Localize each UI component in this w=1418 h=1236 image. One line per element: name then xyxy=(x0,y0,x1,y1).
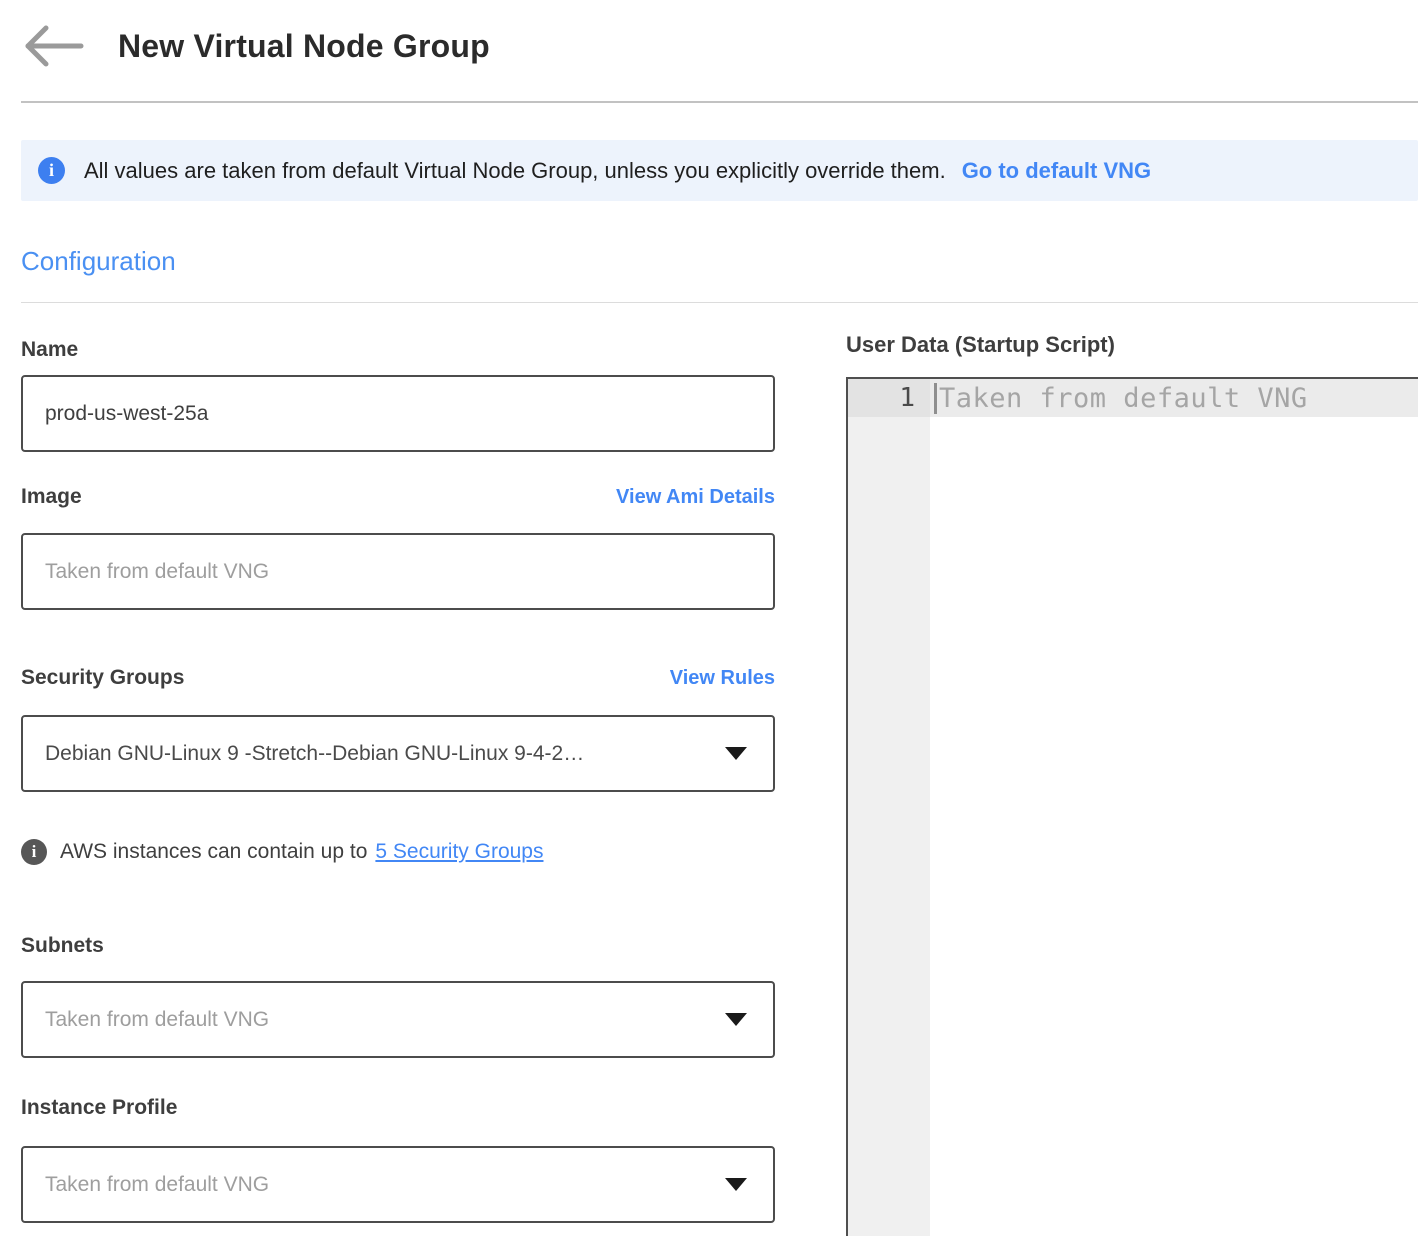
banner-text: All values are taken from default Virtua… xyxy=(84,158,946,184)
name-label: Name xyxy=(21,338,78,362)
security-groups-note: i AWS instances can contain up to 5 Secu… xyxy=(21,839,543,865)
name-input[interactable] xyxy=(21,375,775,452)
subnets-select[interactable]: Taken from default VNG xyxy=(21,981,775,1058)
view-rules-link[interactable]: View Rules xyxy=(670,667,775,690)
instance-profile-select[interactable]: Taken from default VNG xyxy=(21,1146,775,1223)
security-groups-label-row: Security Groups View Rules xyxy=(21,666,775,690)
editor-gutter xyxy=(848,417,930,1236)
security-groups-select[interactable]: Debian GNU-Linux 9 -Stretch--Debian GNU-… xyxy=(21,715,775,792)
page-title: New Virtual Node Group xyxy=(118,28,490,65)
text-cursor xyxy=(934,383,937,414)
info-icon: i xyxy=(38,157,65,184)
image-input[interactable] xyxy=(21,533,775,610)
info-icon: i xyxy=(21,839,47,865)
section-divider xyxy=(21,302,1418,303)
image-label: Image xyxy=(21,485,82,509)
info-banner: i All values are taken from default Virt… xyxy=(21,140,1418,201)
security-groups-label: Security Groups xyxy=(21,666,184,690)
editor-body[interactable] xyxy=(848,417,1418,1236)
editor-content-area[interactable] xyxy=(930,417,1418,1236)
instance-profile-placeholder: Taken from default VNG xyxy=(45,1173,269,1197)
security-groups-selected-value: Debian GNU-Linux 9 -Stretch--Debian GNU-… xyxy=(45,742,584,766)
subnets-label: Subnets xyxy=(21,934,104,958)
view-ami-details-link[interactable]: View Ami Details xyxy=(616,486,775,509)
chevron-down-icon xyxy=(725,747,747,760)
subnets-placeholder: Taken from default VNG xyxy=(45,1008,269,1032)
note-text: AWS instances can contain up to xyxy=(60,840,367,864)
editor-active-line[interactable]: 1 Taken from default VNG xyxy=(848,379,1418,417)
instance-profile-label: Instance Profile xyxy=(21,1096,177,1120)
back-arrow-button[interactable] xyxy=(21,24,85,68)
five-security-groups-link[interactable]: 5 Security Groups xyxy=(375,840,543,864)
chevron-down-icon xyxy=(725,1013,747,1026)
user-data-editor[interactable]: 1 Taken from default VNG xyxy=(846,377,1418,1236)
go-to-default-vng-link[interactable]: Go to default VNG xyxy=(962,158,1151,184)
chevron-down-icon xyxy=(725,1178,747,1191)
image-label-row: Image View Ami Details xyxy=(21,485,775,509)
user-data-label: User Data (Startup Script) xyxy=(846,332,1115,358)
configuration-section-title: Configuration xyxy=(21,246,176,277)
page-header: New Virtual Node Group xyxy=(21,24,490,68)
new-virtual-node-group-page: New Virtual Node Group i All values are … xyxy=(0,0,1418,1236)
user-data-placeholder: Taken from default VNG xyxy=(939,383,1308,414)
editor-line-content: Taken from default VNG xyxy=(930,379,1418,417)
header-divider xyxy=(21,101,1418,103)
line-number: 1 xyxy=(848,379,930,417)
